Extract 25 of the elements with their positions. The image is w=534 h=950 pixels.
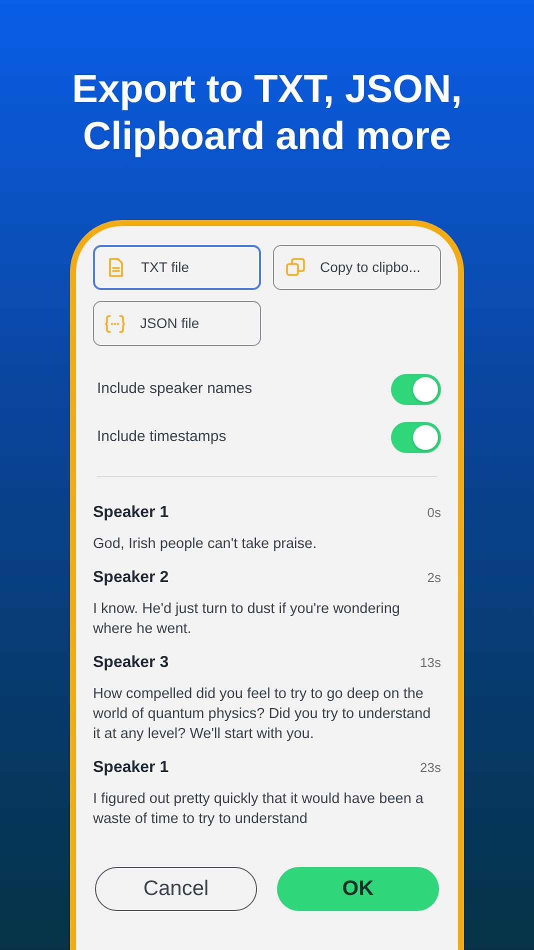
braces-icon — [105, 314, 125, 332]
timestamp: 23s — [420, 759, 441, 778]
transcript-text: I figured out pretty quickly that it would have been a waste of time to try to understand — [93, 790, 424, 829]
format-button[interactable]: Copy to clipbo... — [273, 245, 441, 290]
headline: Export to TXT, JSON, Clipboard and more — [70, 67, 464, 160]
transcript-text: God, Irish people can't take praise. — [93, 535, 318, 554]
speaker-name: Speaker 1 — [93, 503, 169, 523]
option-label: Include timestamps — [97, 427, 226, 448]
speaker-name: Speaker 3 — [93, 653, 169, 673]
ok-button[interactable]: OK — [277, 867, 439, 911]
timestamp: 13s — [420, 654, 441, 672]
toggle-switch[interactable] — [391, 422, 441, 453]
document-icon — [108, 258, 124, 278]
speaker-name: Speaker 2 — [93, 568, 169, 588]
format-button[interactable]: TXT file — [93, 245, 261, 290]
option-label: Include speaker names — [97, 379, 252, 400]
cancel-button[interactable]: Cancel — [95, 867, 257, 911]
copy-icon — [286, 258, 304, 277]
timestamp: 0s — [427, 504, 441, 522]
speaker-name: Speaker 1 — [93, 758, 169, 778]
format-button[interactable]: JSON file — [93, 301, 261, 346]
toggle-switch[interactable] — [391, 374, 441, 405]
timestamp: 2s — [427, 569, 441, 588]
transcript-text: I know. He'd just turn to dust if you're wondering where he went. — [93, 600, 401, 639]
transcript-text: How compelled did you feel to try to go deep on the world of quantum physics? Did you try to understand it at any level? We'll start with you. — [93, 685, 432, 744]
